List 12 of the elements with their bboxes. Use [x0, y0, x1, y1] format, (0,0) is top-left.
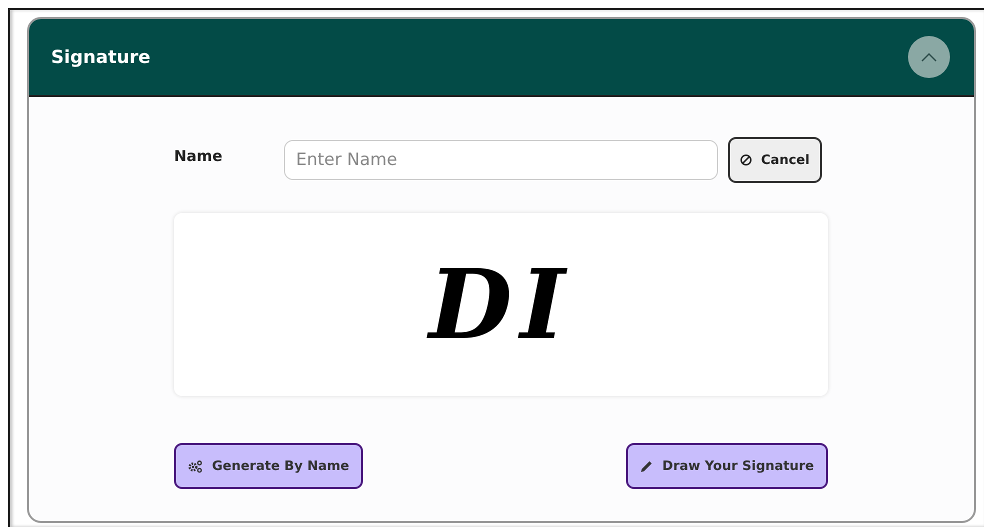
- cancel-button[interactable]: Cancel: [728, 137, 822, 183]
- generate-button[interactable]: Generate By Name: [174, 443, 364, 489]
- cancel-icon: [740, 154, 752, 166]
- collapse-button[interactable]: [908, 36, 950, 78]
- name-input[interactable]: Enter Name: [284, 140, 718, 180]
- panel-title: Signature: [51, 46, 150, 68]
- gears-icon: [188, 460, 203, 472]
- name-label: Name: [174, 147, 224, 165]
- chevron-icon: [921, 52, 937, 62]
- draw-signature-button[interactable]: Draw Your Signature: [626, 443, 828, 489]
- signature-text: DI: [428, 248, 574, 361]
- pencil-icon: [640, 460, 654, 472]
